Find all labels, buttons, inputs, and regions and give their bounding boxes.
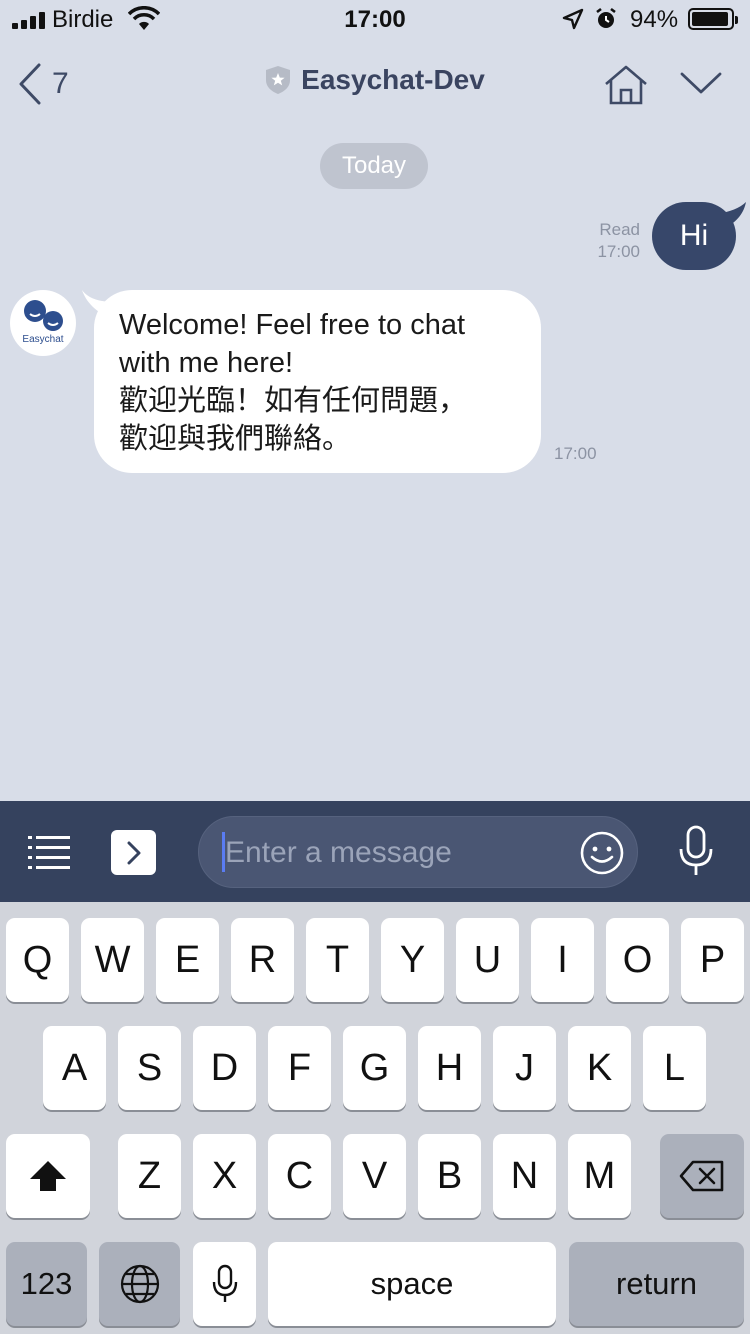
sent-time: 17:00 [597,242,640,261]
key-y[interactable]: Y [381,918,444,1002]
key-j[interactable]: J [493,1026,556,1110]
key-q[interactable]: Q [6,918,69,1002]
key-c[interactable]: C [268,1134,331,1218]
key-h[interactable]: H [418,1026,481,1110]
avatar[interactable]: Easychat [10,290,76,356]
message-line: 歡迎光臨！如有任何問題， [119,385,468,417]
message-input-bar [0,801,750,902]
battery-icon [688,8,738,30]
avatar-label: Easychat [22,334,64,345]
globe-icon [120,1264,159,1304]
key-e[interactable]: E [156,918,219,1002]
key-x[interactable]: X [193,1134,256,1218]
key-r[interactable]: R [231,918,294,1002]
date-separator: Today [320,143,428,189]
received-time: 17:00 [554,444,597,463]
menu-icon[interactable] [28,835,72,869]
key-k[interactable]: K [568,1026,631,1110]
chevron-right-icon [127,841,140,864]
chat-title: Easychat-Dev [301,64,485,95]
microphone-icon [212,1264,237,1302]
key-l[interactable]: L [643,1026,706,1110]
key-p[interactable]: P [681,918,744,1002]
microphone-icon[interactable] [676,825,716,877]
globe-key[interactable] [99,1242,180,1326]
key-u[interactable]: U [456,918,519,1002]
chat-header: 7 Easychat-Dev [0,40,750,130]
emoji-icon[interactable] [579,830,625,876]
shift-key[interactable] [6,1134,90,1218]
status-bar: Birdie 17:00 94% [0,0,750,40]
key-v[interactable]: V [343,1134,406,1218]
key-f[interactable]: F [268,1026,331,1110]
key-d[interactable]: D [193,1026,256,1110]
location-icon [562,8,584,30]
received-message-bubble[interactable]: Welcome! Feel free to chat with me here!… [94,290,541,473]
key-i[interactable]: I [531,918,594,1002]
read-label: Read [599,220,640,239]
battery-percent: 94% [630,6,679,33]
easychat-logo-icon [24,300,63,331]
key-g[interactable]: G [343,1026,406,1110]
key-w[interactable]: W [81,918,144,1002]
official-badge-icon [266,66,291,94]
key-a[interactable]: A [43,1026,106,1110]
key-o[interactable]: O [606,918,669,1002]
backspace-icon [679,1160,724,1192]
numbers-key[interactable]: 123 [6,1242,87,1326]
message-line: 歡迎與我們聯絡。 [119,423,352,455]
keyboard: Q W E R T Y U I O P A S D F G H J K L Z … [0,902,750,1334]
key-s[interactable]: S [118,1026,181,1110]
key-t[interactable]: T [306,918,369,1002]
key-z[interactable]: Z [118,1134,181,1218]
shift-icon [30,1161,66,1191]
dictation-key[interactable] [193,1242,256,1326]
read-receipt: Read 17:00 [597,219,640,263]
message-line: Welcome! Feel free to chat [119,309,466,341]
delete-key[interactable] [660,1134,744,1218]
home-icon[interactable] [602,64,650,106]
key-n[interactable]: N [493,1134,556,1218]
message-line: with me here! [119,347,294,379]
message-input[interactable] [225,831,565,875]
message-field[interactable] [198,816,638,888]
return-key[interactable]: return [569,1242,744,1326]
key-m[interactable]: M [568,1134,631,1218]
alarm-icon [596,7,616,28]
sent-message-bubble[interactable]: Hi [652,202,736,270]
chevron-down-icon[interactable] [680,70,722,96]
expand-button[interactable] [111,830,156,875]
space-key[interactable]: space [268,1242,556,1326]
key-b[interactable]: B [418,1134,481,1218]
